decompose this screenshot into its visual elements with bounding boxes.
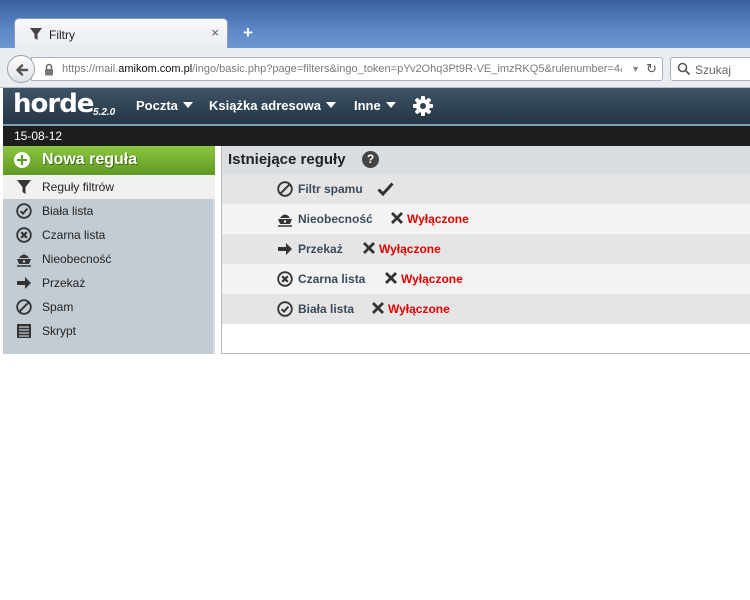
script-icon	[16, 323, 32, 339]
sidebar-item-filter-rules[interactable]: Reguły filtrów	[3, 175, 215, 199]
menu-inne[interactable]: Inne	[354, 98, 396, 113]
no-entry-icon	[277, 181, 293, 197]
rule-row-forward: Przekaż Wyłączone	[222, 234, 750, 264]
x-circle-icon	[277, 271, 293, 287]
rule-name[interactable]: Przekaż	[298, 242, 343, 256]
rule-row-spam: Filtr spamu	[222, 174, 750, 204]
browser-titlebar: Filtry × +	[0, 0, 750, 48]
browser-navbar: https://mail.amikom.com.pl/ingo/basic.ph…	[0, 48, 750, 88]
checkmark-icon	[377, 182, 394, 197]
new-tab-button[interactable]: +	[238, 23, 258, 43]
lock-icon	[44, 63, 54, 79]
current-date: 15-08-12	[14, 129, 63, 143]
menu-poczta[interactable]: Poczta	[136, 98, 193, 113]
rule-toggle[interactable]	[377, 181, 394, 197]
chevron-down-icon	[182, 102, 193, 108]
date-bar: 15-08-12	[3, 124, 750, 146]
check-circle-icon	[277, 301, 293, 317]
check-circle-icon	[16, 203, 32, 219]
close-icon	[385, 272, 397, 284]
rule-name[interactable]: Czarna lista	[298, 272, 365, 286]
back-button[interactable]	[7, 55, 35, 83]
address-bar[interactable]: https://mail.amikom.com.pl/ingo/basic.ph…	[31, 57, 663, 81]
close-icon	[363, 242, 375, 254]
arrow-right-icon	[277, 241, 293, 257]
sidebar-item-spam[interactable]: Spam	[3, 295, 215, 319]
url-text: https://mail.amikom.com.pl/ingo/basic.ph…	[62, 63, 622, 75]
no-entry-icon	[16, 299, 32, 315]
close-icon	[372, 302, 384, 314]
add-icon	[14, 152, 30, 168]
x-circle-icon	[16, 227, 32, 243]
rule-toggle[interactable]: Wyłączone	[371, 301, 450, 317]
sidebar-item-vacation[interactable]: Nieobecność	[3, 247, 215, 271]
search-field[interactable]: Szukaj	[670, 57, 750, 81]
rule-row-vacation: Nieobecność Wyłączone	[222, 204, 750, 234]
rule-toggle[interactable]: Wyłączone	[390, 211, 469, 227]
rule-row-blacklist: Czarna lista Wyłączone	[222, 264, 750, 294]
sidebar-item-whitelist[interactable]: Biała lista	[3, 199, 215, 223]
menu-ksiazka-adresowa[interactable]: Książka adresowa	[209, 98, 337, 113]
rule-name[interactable]: Nieobecność	[298, 212, 373, 226]
gear-icon[interactable]	[413, 96, 433, 119]
arrow-right-icon	[16, 275, 32, 291]
page-title: Istniejące reguły	[228, 151, 346, 168]
vacation-icon	[277, 211, 293, 227]
browser-tab[interactable]: Filtry ×	[14, 18, 228, 48]
chevron-down-icon	[385, 102, 396, 108]
filter-icon	[16, 179, 32, 195]
sidebar-item-forward[interactable]: Przekaż	[3, 271, 215, 295]
rule-name[interactable]: Filtr spamu	[298, 182, 363, 196]
rules-header: Istniejące reguły ?	[222, 146, 750, 174]
search-icon	[677, 62, 691, 79]
rule-name[interactable]: Biała lista	[298, 302, 354, 316]
close-tab-icon[interactable]: ×	[211, 25, 219, 40]
close-icon	[391, 212, 403, 224]
rule-toggle[interactable]: Wyłączone	[384, 271, 463, 287]
history-dropdown-icon[interactable]: ▼	[631, 64, 640, 74]
search-placeholder: Szukaj	[695, 63, 732, 77]
sidebar-item-script[interactable]: Skrypt	[3, 319, 215, 343]
new-rule-button[interactable]: Nowa reguła	[3, 146, 215, 175]
tab-title: Filtry	[49, 28, 75, 42]
rule-row-whitelist: Biała lista Wyłączone	[222, 294, 750, 324]
reload-icon[interactable]: ↻	[646, 61, 657, 77]
help-icon[interactable]: ?	[362, 151, 379, 168]
sidebar-item-blacklist[interactable]: Czarna lista	[3, 223, 215, 247]
rule-toggle[interactable]: Wyłączone	[362, 241, 441, 257]
filter-icon	[29, 27, 43, 44]
horde-version: 5.2.0	[93, 107, 116, 118]
vacation-icon	[16, 251, 32, 267]
horde-topbar: horde 5.2.0 Poczta Książka adresowa Inne	[3, 88, 750, 124]
sidebar: Nowa reguła Reguły filtrów Biała lista C…	[3, 146, 215, 354]
horde-logo[interactable]: horde	[13, 89, 94, 119]
chevron-down-icon	[326, 102, 337, 108]
rules-panel: Istniejące reguły ? Filtr spamu Nieobecn…	[221, 146, 750, 354]
